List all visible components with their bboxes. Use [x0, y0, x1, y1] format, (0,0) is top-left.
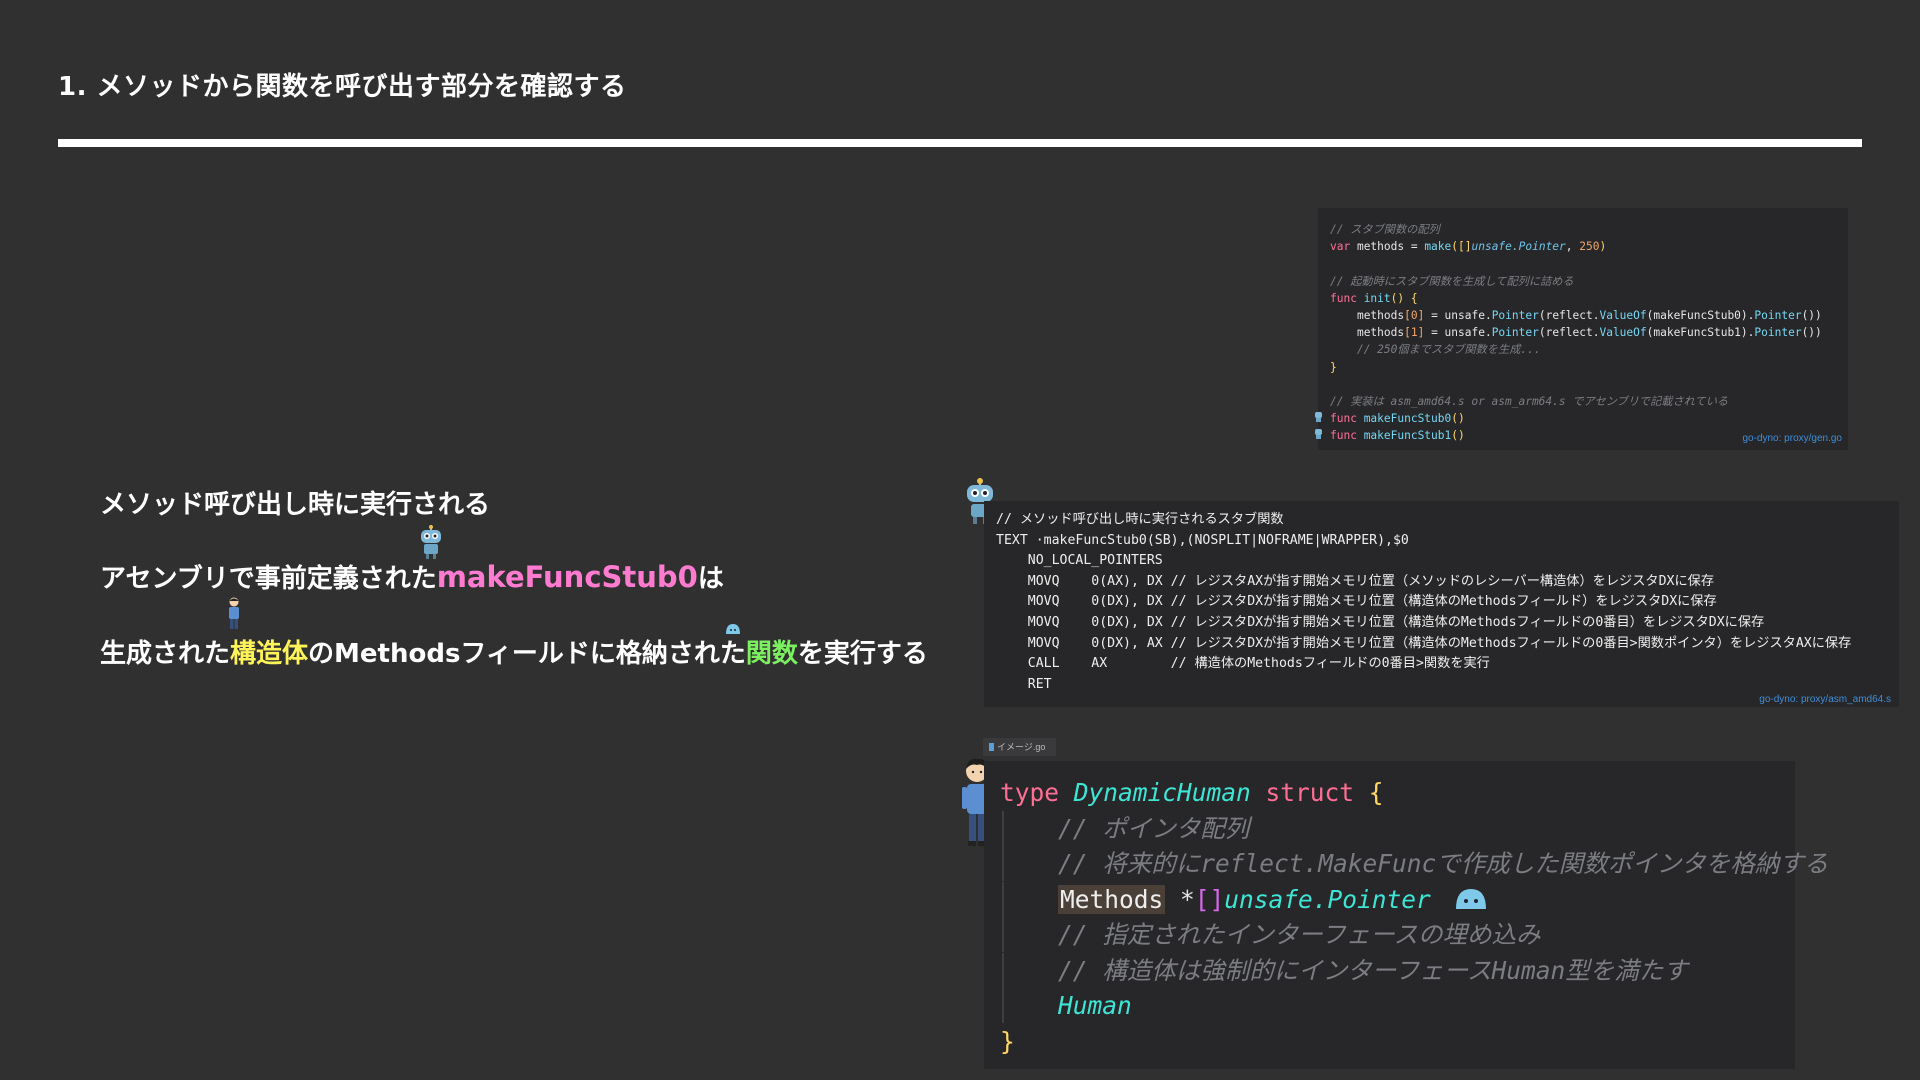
code-comment: // ポインタ配列 — [1058, 813, 1250, 843]
code-comment: // スタブ関数の配列 — [1330, 223, 1440, 236]
source-label-gen: go-dyno: proxy/gen.go — [1742, 432, 1842, 444]
code-line: func init() { — [1330, 291, 1418, 305]
explanation-line-2: アセンブリで事前定義されたmakeFuncStub0は — [100, 558, 724, 595]
explanation-line-3: 生成された構造体のMethodsフィールドに格納された関数を実行する — [100, 633, 928, 670]
code-line: } — [1000, 1026, 1015, 1056]
explanation-line-1: メソッド呼び出し時に実行される — [100, 490, 491, 520]
code-line: type DynamicHuman struct { — [1000, 778, 1384, 807]
code-line: methods[0] = unsafe.Pointer(reflect.Valu… — [1356, 309, 1822, 323]
asm-line: TEXT ·makeFuncStub0(SB),(NOSPLIT|NOFRAME… — [996, 532, 1409, 548]
code-line: var methods = make([]unsafe.Pointer, 250… — [1330, 240, 1607, 254]
slide-title: 1. メソッドから関数を呼び出す部分を確認する — [58, 72, 627, 102]
file-icon — [989, 743, 994, 751]
asm-lines: // メソッド呼び出し時に実行されるスタブ関数 TEXT ·makeFuncStu… — [996, 510, 1851, 695]
asm-line: MOVQ 0(DX), DX // レジスタDXが指す開始メモリ位置（構造体のM… — [996, 594, 1717, 610]
asm-line: MOVQ 0(DX), DX // レジスタDXが指す開始メモリ位置（構造体のM… — [996, 614, 1765, 630]
asm-line: MOVQ 0(AX), DX // レジスタAXが指す開始メモリ位置（メソッドの… — [996, 573, 1715, 589]
asm-line: RET — [996, 676, 1052, 692]
explanation-line-2-prefix: アセンブリで事前定義された — [100, 564, 437, 594]
embedded-interface: Human — [1058, 991, 1132, 1020]
code-comment: // 起動時にスタブ関数を生成して配列に詰める — [1330, 274, 1574, 288]
explanation-line-3-prefix: 生成された — [100, 639, 231, 669]
asm-line: NO_LOCAL_POINTERS — [996, 553, 1163, 569]
asm-line: // メソッド呼び出し時に実行されるスタブ関数 — [996, 512, 1284, 527]
code-comment: // 構造体は強制的にインターフェースHuman型を満たす — [1058, 955, 1688, 985]
code-comment: // 実装は asm_amd64.s or asm_arm64.s でアセンブリ… — [1330, 395, 1729, 409]
highlight-makefuncstub0: makeFuncStub0 — [436, 560, 698, 594]
asm-line: MOVQ 0(DX), AX // レジスタDXが指す開始メモリ位置（構造体のM… — [996, 635, 1852, 651]
robot-icon — [1315, 412, 1322, 439]
explanation-line-3-suffix: を実行する — [797, 639, 928, 669]
title-rule — [58, 139, 1862, 147]
code-comment: // 250個までスタブ関数を生成... — [1356, 343, 1541, 357]
source-label-asm: go-dyno: proxy/asm_amd64.s — [1759, 694, 1891, 706]
code-line: methods[1] = unsafe.Pointer(reflect.Valu… — [1356, 326, 1822, 340]
methods-field: Methods — [1058, 884, 1166, 914]
code-block-gen: // スタブ関数の配列 var methods = make([]unsafe.… — [1315, 208, 1848, 450]
file-tab[interactable]: イメージ.go — [983, 738, 1056, 756]
highlight-function: 関数 — [745, 639, 798, 669]
code-block-struct: type DynamicHuman struct { // ポインタ配列 // … — [984, 761, 1828, 1069]
code-line: } — [1330, 360, 1337, 374]
highlight-struct: 構造体 — [230, 639, 309, 669]
asm-line: CALL AX // 構造体のMethodsフィールドの0番目>関数を実行 — [996, 656, 1490, 672]
code-block-asm: // メソッド呼び出し時に実行されるスタブ関数 TEXT ·makeFuncStu… — [984, 501, 1899, 707]
robot-icon — [421, 525, 441, 559]
code-line: func makeFuncStub0() — [1330, 412, 1465, 426]
explanation-line-3-mid: のMethodsフィールドに格納された — [308, 639, 746, 669]
code-comment: // 将来的にreflect.MakeFuncで作成した関数ポインタを格納する — [1058, 849, 1829, 878]
explanation-line-2-suffix: は — [697, 564, 724, 594]
person-icon — [229, 597, 239, 629]
blue-blob-icon — [1455, 888, 1486, 909]
code-comment: // 指定されたインターフェースの埋め込み — [1058, 920, 1541, 949]
